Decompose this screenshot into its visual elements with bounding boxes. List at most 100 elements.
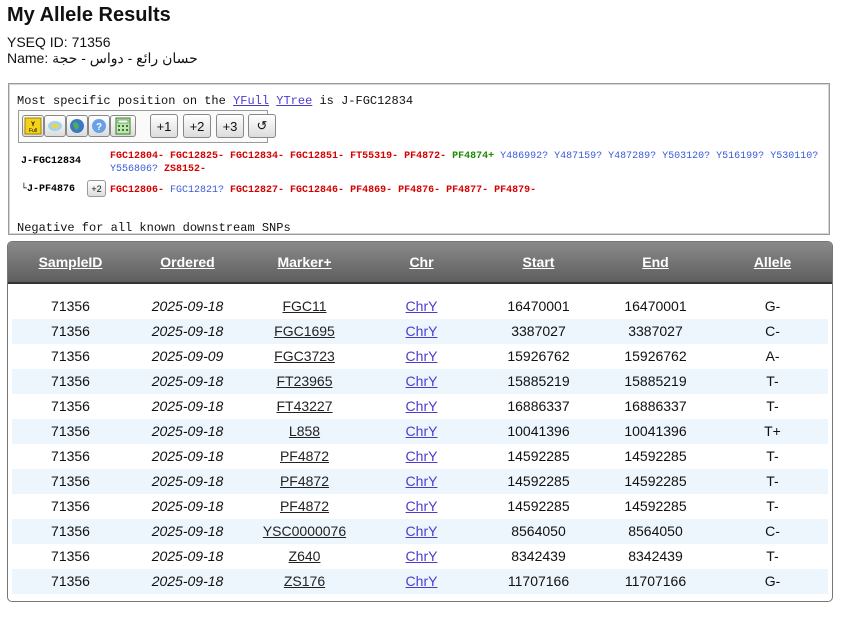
cell-marker[interactable]: PF4872	[246, 494, 363, 519]
col-end[interactable]: End	[597, 242, 714, 282]
cell-start: 8342439	[511, 548, 566, 564]
snp-marker[interactable]: FGC12834-	[230, 151, 284, 162]
expand-plus1-button[interactable]: +1	[150, 114, 178, 138]
snp-marker[interactable]: PF4877-	[446, 185, 488, 196]
cell-start: 11707166	[507, 573, 570, 589]
snp-marker[interactable]: PF4872-	[404, 151, 446, 162]
help-icon[interactable]: ?	[88, 115, 110, 137]
snp-marker[interactable]: FGC12804-	[110, 151, 164, 162]
snp-marker[interactable]: FGC12821?	[170, 185, 224, 196]
col-sampleid[interactable]: SampleID	[12, 242, 129, 282]
expand-plus2-button[interactable]: +2	[183, 114, 211, 138]
cell-allele: G-	[764, 298, 781, 314]
ytree-link[interactable]: YTree	[276, 94, 312, 108]
cell-chr[interactable]: ChrY	[363, 494, 480, 519]
reset-button[interactable]: ↺	[248, 114, 276, 138]
col-start[interactable]: Start	[480, 242, 597, 282]
cell-marker[interactable]: PF4872	[246, 469, 363, 494]
snp-marker[interactable]: FGC12851-	[290, 151, 344, 162]
cell-ordered: 2025-09-18	[151, 498, 224, 514]
col-chr[interactable]: Chr	[363, 242, 480, 282]
cell-chr[interactable]: ChrY	[363, 419, 480, 444]
cell-allele: T+	[764, 423, 781, 439]
cell-marker[interactable]: YSC0000076	[246, 519, 363, 544]
snp-marker[interactable]: Y487289?	[608, 151, 656, 162]
cell-chr[interactable]: ChrY	[363, 469, 480, 494]
cell-marker[interactable]: FT23965	[246, 369, 363, 394]
msp-prefix: Most specific position on the	[17, 94, 226, 108]
snp-marker[interactable]: Y530110?	[770, 151, 818, 162]
svg-text:?: ?	[96, 122, 102, 133]
globe-icon[interactable]	[66, 115, 88, 137]
cell-ordered: 2025-09-09	[151, 348, 224, 364]
cell-allele: T-	[766, 498, 779, 514]
cell-marker[interactable]: FGC11	[246, 294, 363, 319]
snp-marker[interactable]: Y516199?	[716, 151, 764, 162]
calculator-icon[interactable]	[110, 115, 136, 137]
cell-marker[interactable]: FT43227	[246, 394, 363, 419]
cell-chr[interactable]: ChrY	[363, 369, 480, 394]
cell-end: 16886337	[624, 398, 687, 414]
cell-ordered: 2025-09-18	[151, 523, 224, 539]
cell-start: 16470001	[507, 298, 570, 314]
snp-marker[interactable]: Y487159?	[554, 151, 602, 162]
snp-marker[interactable]: FGC12846-	[290, 185, 344, 196]
cell-marker[interactable]: ZS176	[246, 569, 363, 594]
cell-marker[interactable]: FGC3723	[246, 344, 363, 369]
cell-start: 14592285	[507, 473, 570, 489]
expand-plus3-button[interactable]: +3	[216, 114, 244, 138]
cell-marker[interactable]: FGC1695	[246, 319, 363, 344]
cell-ordered: 2025-09-18	[151, 373, 224, 389]
table-row: 71356 2025-09-18 ZS176 ChrY 11707166 11707166…	[12, 569, 828, 594]
cell-chr[interactable]: ChrY	[363, 344, 480, 369]
cell-end: 15926762	[624, 348, 687, 364]
row-expand-button[interactable]: +2	[87, 180, 106, 197]
snp-marker[interactable]: Y556806?	[110, 164, 158, 175]
snp-marker[interactable]: FGC12827-	[230, 185, 284, 196]
yfull-icon[interactable]: Y Full	[22, 115, 44, 137]
table-row: 71356 2025-09-18 FGC11 ChrY 16470001 16470001…	[12, 294, 828, 319]
col-allele[interactable]: Allele	[714, 242, 831, 282]
allele-results-table: SampleID Ordered Marker+ Chr Start End A…	[7, 241, 833, 602]
cell-chr[interactable]: ChrY	[363, 569, 480, 594]
snp-marker[interactable]: Y503120?	[662, 151, 710, 162]
cell-marker[interactable]: L858	[246, 419, 363, 444]
cell-chr[interactable]: ChrY	[363, 294, 480, 319]
cell-allele: C-	[765, 523, 780, 539]
snp-marker[interactable]: Y486992?	[500, 151, 548, 162]
snp-marker[interactable]: PF4874+	[452, 151, 494, 162]
cell-marker[interactable]: PF4872	[246, 444, 363, 469]
cell-end: 3387027	[628, 323, 683, 339]
snp-marker[interactable]: PF4869-	[350, 185, 392, 196]
snp-marker[interactable]: FGC12806-	[110, 185, 164, 196]
cell-ordered: 2025-09-18	[151, 548, 224, 564]
cell-chr[interactable]: ChrY	[363, 544, 480, 569]
cell-marker[interactable]: Z640	[246, 544, 363, 569]
col-ordered[interactable]: Ordered	[129, 242, 246, 282]
snp-marker[interactable]: PF4879-	[494, 185, 536, 196]
map-icon[interactable]	[44, 115, 66, 137]
cell-chr[interactable]: ChrY	[363, 394, 480, 419]
cell-end: 16470001	[624, 298, 687, 314]
cell-sampleid: 71356	[51, 473, 90, 489]
cell-end: 8342439	[628, 548, 683, 564]
table-row: 71356 2025-09-18 PF4872 ChrY 14592285 1459228…	[12, 494, 828, 519]
col-marker[interactable]: Marker+	[246, 242, 363, 282]
cell-start: 15926762	[507, 348, 570, 364]
table-row: 71356 2025-09-18 PF4872 ChrY 14592285 1459228…	[12, 444, 828, 469]
cell-chr[interactable]: ChrY	[363, 444, 480, 469]
cell-end: 15885219	[624, 373, 687, 389]
snp-marker[interactable]: PF4876-	[398, 185, 440, 196]
cell-allele: C-	[765, 323, 780, 339]
cell-start: 16886337	[507, 398, 570, 414]
snp-marker[interactable]: FGC12825-	[170, 151, 224, 162]
yfull-link[interactable]: YFull	[233, 94, 269, 108]
snp-marker[interactable]: FT55319-	[350, 151, 398, 162]
cell-sampleid: 71356	[51, 348, 90, 364]
snp-marker[interactable]: ZS8152-	[164, 164, 206, 175]
cell-start: 3387027	[511, 323, 566, 339]
cell-chr[interactable]: ChrY	[363, 319, 480, 344]
cell-chr[interactable]: ChrY	[363, 519, 480, 544]
row-label: J-FGC12834	[21, 156, 82, 167]
cell-end: 14592285	[624, 448, 687, 464]
